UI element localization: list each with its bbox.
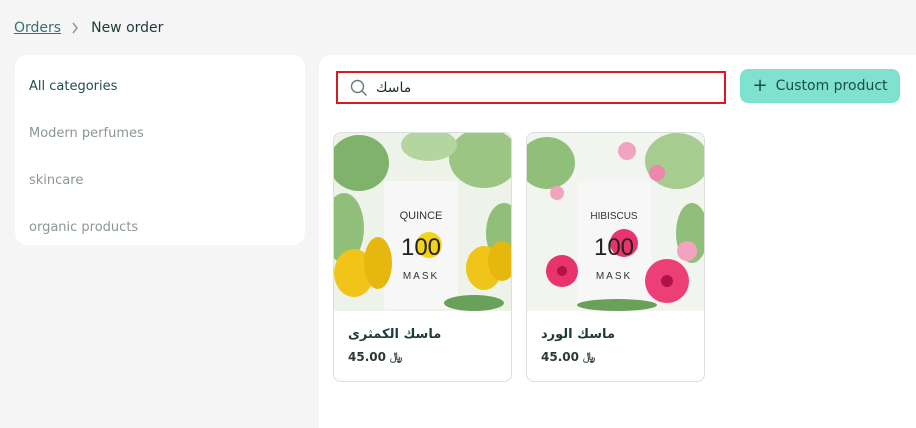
search-value: ماسك (376, 79, 412, 96)
category-label: Modern perfumes (29, 126, 144, 141)
svg-text:MASK: MASK (596, 271, 632, 282)
category-organic-products[interactable]: organic products (15, 204, 305, 251)
price-value: 45.00 (348, 350, 386, 364)
product-card[interactable]: HIBISCUS 100 MASK ماسك الورد 45.00 ﷼ (526, 132, 705, 382)
products-panel: ماسك + Custom product QUINCE 100 MASK ما… (319, 55, 916, 428)
category-label: skincare (29, 173, 84, 188)
breadcrumb-orders-link[interactable]: Orders (14, 20, 61, 36)
custom-product-button[interactable]: + Custom product (740, 69, 900, 103)
breadcrumb: Orders New order (14, 18, 163, 38)
category-all[interactable]: All categories (15, 63, 305, 110)
product-price: 45.00 ﷼ (348, 350, 402, 364)
svg-text:100: 100 (401, 234, 441, 261)
product-name: ماسك الكمثرى (348, 327, 442, 342)
custom-product-label: Custom product (775, 78, 888, 94)
category-modern-perfumes[interactable]: Modern perfumes (15, 110, 305, 157)
svg-text:HIBISCUS: HIBISCUS (590, 211, 638, 222)
category-sidebar: All categories Modern perfumes skincare … (15, 55, 305, 245)
svg-text:QUINCE: QUINCE (400, 210, 443, 222)
product-image-hibiscus: HIBISCUS 100 MASK (527, 133, 704, 311)
riyal-icon: ﷼ (582, 350, 596, 363)
price-value: 45.00 (541, 350, 579, 364)
product-name: ماسك الورد (541, 327, 615, 342)
product-card[interactable]: QUINCE 100 MASK ماسك الكمثرى 45.00 ﷼ (333, 132, 512, 382)
category-label: All categories (29, 79, 118, 94)
category-label: organic products (29, 220, 139, 235)
product-image-quince: QUINCE 100 MASK (334, 133, 511, 311)
riyal-icon: ﷼ (389, 350, 403, 363)
chevron-right-icon (71, 22, 79, 34)
search-icon (350, 79, 368, 97)
product-price: 45.00 ﷼ (541, 350, 595, 364)
svg-text:MASK: MASK (403, 271, 439, 282)
category-skincare[interactable]: skincare (15, 157, 305, 204)
breadcrumb-current: New order (91, 20, 164, 36)
plus-icon: + (752, 75, 768, 96)
svg-text:100: 100 (594, 234, 634, 261)
search-input[interactable]: ماسك (336, 71, 726, 104)
